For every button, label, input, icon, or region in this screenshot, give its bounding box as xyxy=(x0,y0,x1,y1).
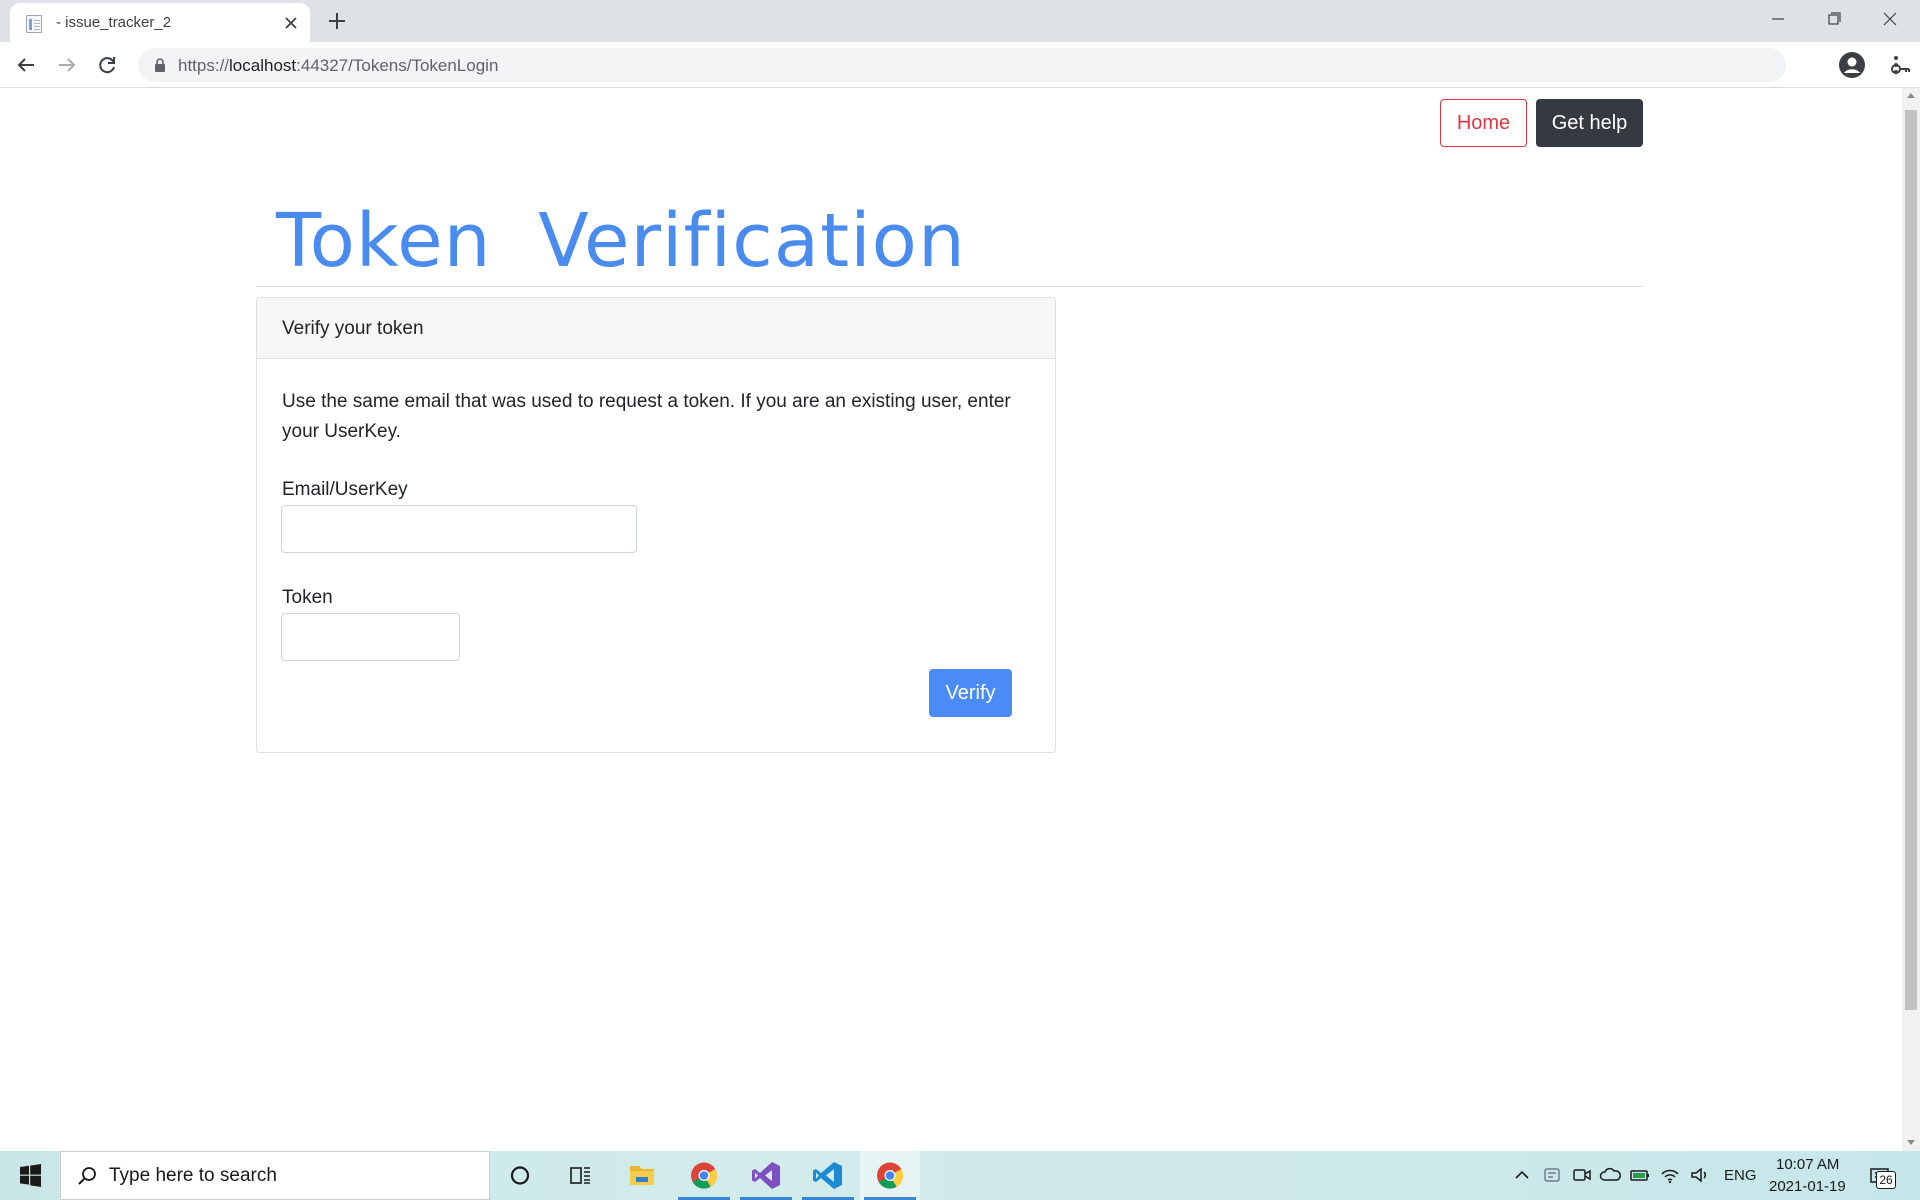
vscode-icon xyxy=(813,1162,842,1189)
page-content: Home Get help Token Verification Verify … xyxy=(0,88,1902,1151)
tab-title: - issue_tracker_2 xyxy=(56,14,172,31)
url-scheme: https:// xyxy=(178,56,230,75)
card-header-text: Verify your token xyxy=(282,318,424,339)
url-text: https://localhost:44327/Tokens/TokenLogi… xyxy=(178,56,498,76)
clock-date[interactable]: 2021-01-19 xyxy=(1769,1178,1846,1195)
task-view-icon[interactable] xyxy=(550,1151,610,1200)
tray-app-icon[interactable] xyxy=(1540,1163,1564,1187)
card-header: Verify your token xyxy=(257,298,1055,359)
browser-tab[interactable]: - issue_tracker_2 xyxy=(10,3,310,42)
scroll-up-arrow-icon[interactable] xyxy=(1907,93,1915,98)
instructions-text: Use the same email that was used to requ… xyxy=(282,391,1011,442)
notification-count-badge: 26 xyxy=(1876,1171,1896,1189)
search-icon xyxy=(78,1167,96,1185)
visual-studio-icon xyxy=(752,1162,780,1189)
chrome-icon xyxy=(691,1162,718,1189)
browser-tabstrip: - issue_tracker_2 xyxy=(0,0,1920,42)
show-hidden-icons-icon[interactable] xyxy=(1510,1163,1534,1187)
file-explorer-icon[interactable] xyxy=(612,1151,672,1200)
title-divider xyxy=(256,286,1643,287)
search-placeholder: Type here to search xyxy=(109,1165,277,1186)
wifi-icon[interactable] xyxy=(1658,1163,1682,1187)
chrome-icon xyxy=(877,1162,904,1189)
vscode-app[interactable] xyxy=(798,1151,858,1200)
browser-menu-icon[interactable] xyxy=(1884,53,1908,77)
clock-time[interactable]: 10:07 AM xyxy=(1776,1156,1839,1173)
close-tab-icon[interactable] xyxy=(280,12,302,34)
onedrive-icon[interactable] xyxy=(1598,1163,1622,1187)
cortana-icon[interactable] xyxy=(490,1151,550,1200)
lock-icon[interactable] xyxy=(152,57,168,73)
url-host: localhost xyxy=(229,56,297,75)
scroll-down-arrow-icon[interactable] xyxy=(1907,1140,1915,1145)
taskbar-search-box[interactable]: Type here to search xyxy=(60,1151,490,1200)
page-favicon-icon xyxy=(26,15,42,33)
verify-button[interactable]: Verify xyxy=(929,669,1012,717)
back-arrow-icon[interactable] xyxy=(14,53,38,77)
chrome-app-active[interactable] xyxy=(860,1151,920,1200)
forward-arrow-icon[interactable] xyxy=(55,53,79,77)
email-userkey-label: Email/UserKey xyxy=(282,479,408,500)
chrome-app[interactable] xyxy=(674,1151,734,1200)
home-button[interactable]: Home xyxy=(1440,99,1527,147)
windows-start-icon[interactable] xyxy=(0,1151,60,1200)
get-help-button[interactable]: Get help xyxy=(1536,99,1643,147)
scrollbar-thumb[interactable] xyxy=(1905,110,1917,1010)
visual-studio-app[interactable] xyxy=(736,1151,796,1200)
token-input[interactable] xyxy=(281,613,460,661)
minimize-icon[interactable] xyxy=(1750,0,1806,38)
windows-taskbar: Type here to search ENG 10:07 AM 2021-01… xyxy=(0,1151,1920,1200)
restore-icon[interactable] xyxy=(1806,0,1862,38)
page-scrollbar[interactable] xyxy=(1902,88,1920,1151)
meet-now-icon[interactable] xyxy=(1570,1163,1594,1187)
profile-avatar-icon[interactable] xyxy=(1838,51,1866,79)
battery-icon[interactable] xyxy=(1628,1163,1652,1187)
page-title: Token Verification xyxy=(276,198,966,284)
email-userkey-input[interactable] xyxy=(281,505,637,553)
new-tab-icon[interactable] xyxy=(325,9,349,33)
volume-icon[interactable] xyxy=(1688,1163,1712,1187)
url-path: :44327/Tokens/TokenLogin xyxy=(296,56,499,75)
address-bar[interactable]: https://localhost:44327/Tokens/TokenLogi… xyxy=(138,48,1910,82)
screen: - issue_tracker_2 https://localhost:4432… xyxy=(0,0,1920,1200)
close-window-icon[interactable] xyxy=(1862,0,1918,38)
token-label: Token xyxy=(282,587,333,608)
browser-toolbar: https://localhost:44327/Tokens/TokenLogi… xyxy=(0,42,1920,88)
language-indicator[interactable]: ENG xyxy=(1724,1167,1757,1184)
reload-icon[interactable] xyxy=(95,53,119,77)
